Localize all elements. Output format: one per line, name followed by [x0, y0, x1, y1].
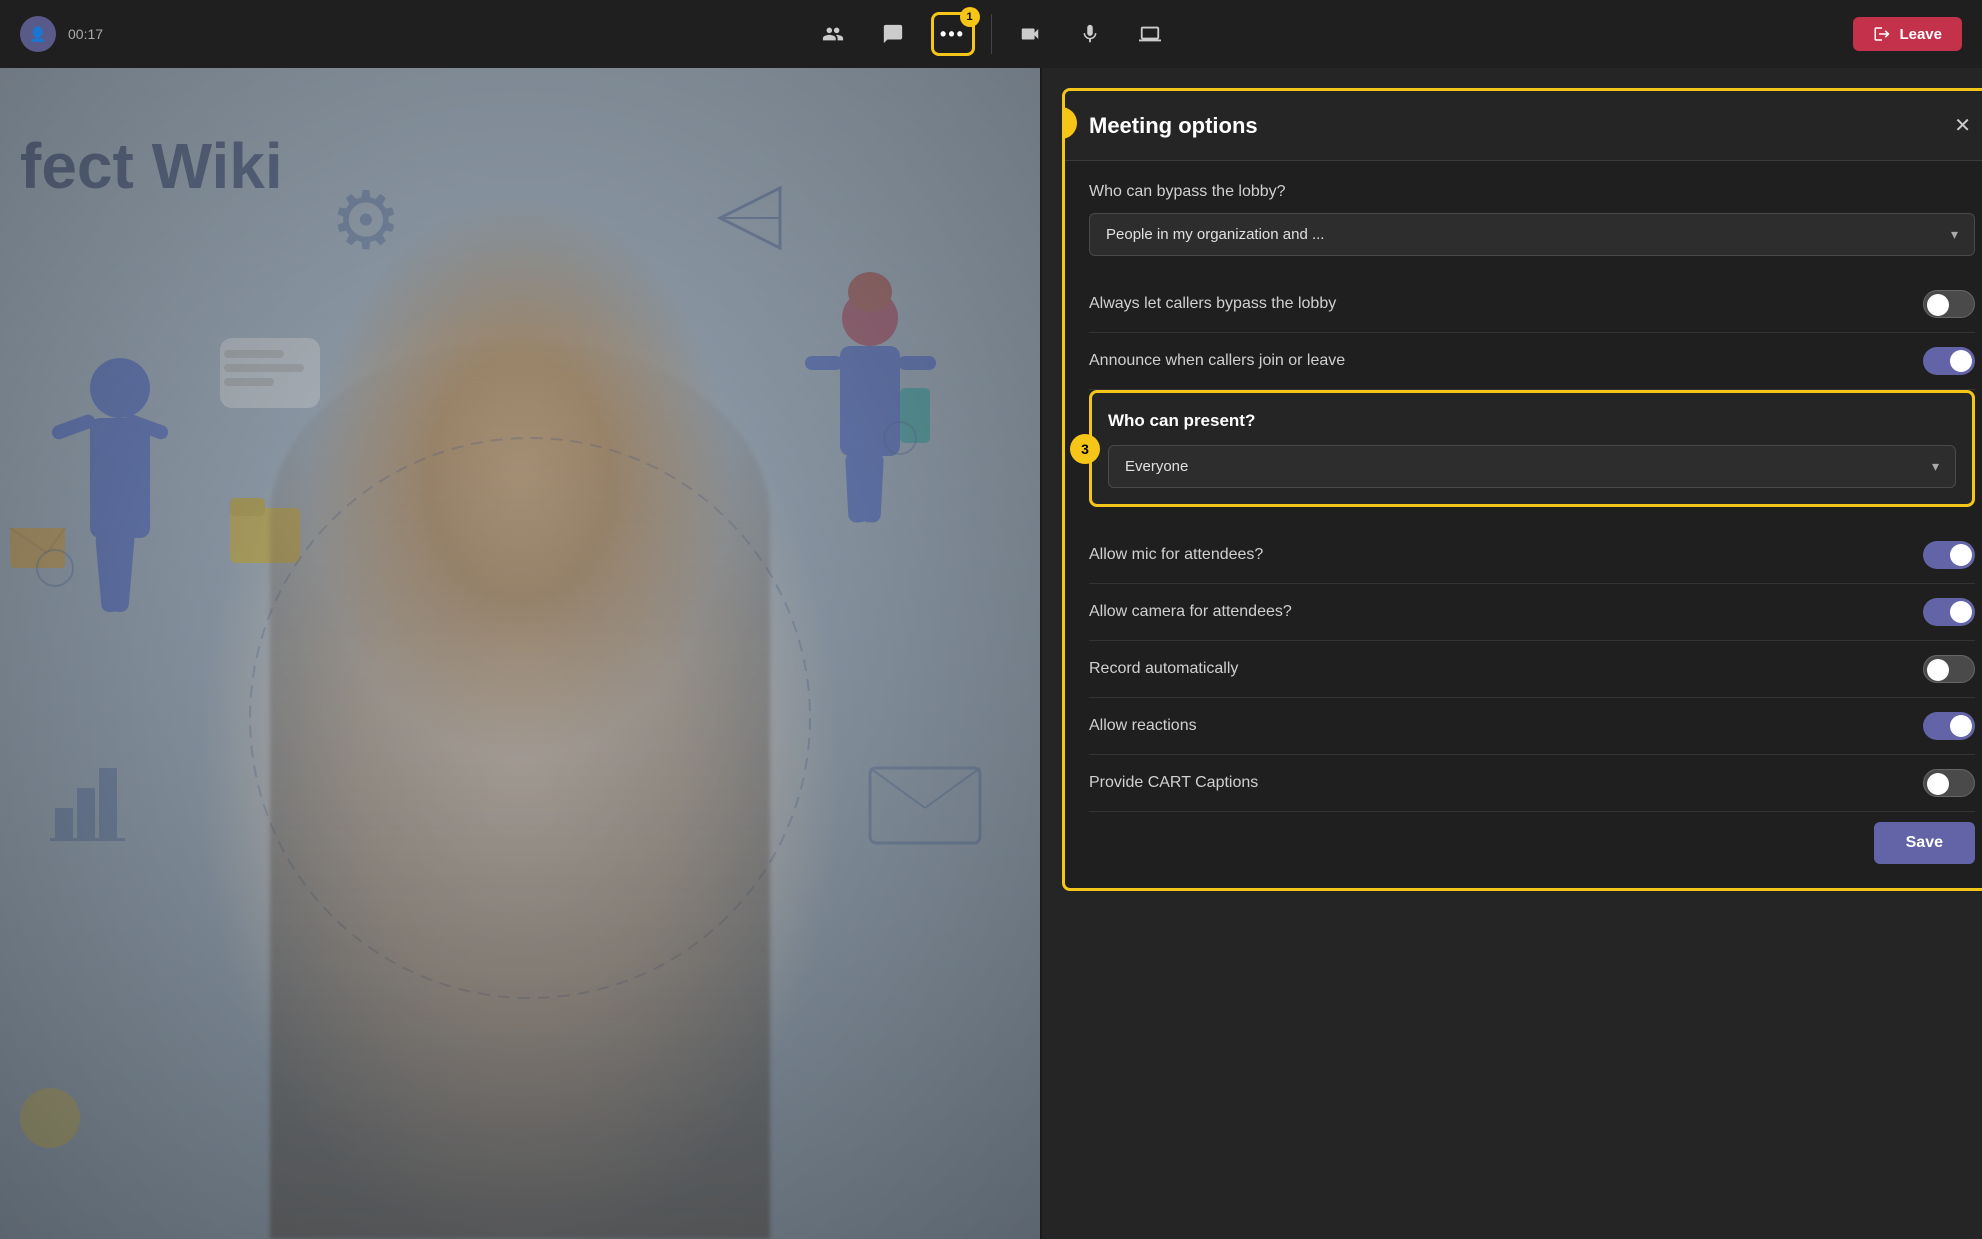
cart-captions-thumb — [1927, 773, 1949, 795]
cart-captions-track[interactable] — [1923, 769, 1975, 797]
bypass-lobby-dropdown[interactable]: People in my organization and ... ▾ — [1089, 213, 1975, 256]
who-can-present-dropdown[interactable]: Everyone ▾ — [1108, 445, 1956, 488]
allow-mic-track[interactable] — [1923, 541, 1975, 569]
announce-row: Announce when callers join or leave — [1089, 333, 1975, 390]
allow-camera-label: Allow camera for attendees? — [1089, 601, 1923, 623]
top-bar-right: Leave — [1172, 17, 1963, 51]
always-let-callers-track[interactable] — [1923, 290, 1975, 318]
allow-camera-toggle[interactable] — [1923, 598, 1975, 626]
top-bar-left: 👤 00:17 — [20, 16, 811, 52]
save-row: Save — [1089, 812, 1975, 868]
allow-mic-label: Allow mic for attendees? — [1089, 544, 1923, 566]
record-auto-label: Record automatically — [1089, 658, 1923, 680]
bypass-lobby-chevron: ▾ — [1951, 226, 1958, 243]
record-auto-thumb — [1927, 659, 1949, 681]
record-auto-toggle[interactable] — [1923, 655, 1975, 683]
always-let-callers-label: Always let callers bypass the lobby — [1089, 293, 1923, 315]
announce-thumb — [1950, 350, 1972, 372]
avatar: 👤 — [20, 16, 56, 52]
allow-mic-thumb — [1950, 544, 1972, 566]
cart-captions-label: Provide CART Captions — [1089, 772, 1923, 794]
bypass-lobby-value: People in my organization and ... — [1106, 226, 1324, 243]
save-button[interactable]: Save — [1874, 822, 1975, 864]
announce-label: Announce when callers join or leave — [1089, 350, 1923, 372]
cart-captions-toggle[interactable] — [1923, 769, 1975, 797]
who-can-present-chevron: ▾ — [1932, 458, 1939, 475]
allow-reactions-row: Allow reactions — [1089, 698, 1975, 755]
call-timer: 00:17 — [68, 26, 103, 42]
close-meeting-options-button[interactable]: ✕ — [1950, 109, 1975, 142]
video-toggle-button[interactable] — [1008, 12, 1052, 56]
meeting-options-header: Meeting options ✕ — [1065, 91, 1982, 161]
meeting-options-panel: 2 Meeting options ✕ Who can bypass the l… — [1062, 88, 1982, 891]
who-can-present-section: 3 Who can present? Everyone ▾ — [1089, 390, 1975, 507]
side-panel: 2 Meeting options ✕ Who can bypass the l… — [1042, 68, 1982, 1239]
close-icon: ✕ — [1954, 115, 1971, 137]
announce-toggle[interactable] — [1923, 347, 1975, 375]
who-can-present-label: Who can present? — [1108, 409, 1956, 433]
more-options-button[interactable]: ••• 1 — [931, 12, 975, 56]
leave-button[interactable]: Leave — [1853, 17, 1962, 51]
people-button[interactable] — [811, 12, 855, 56]
allow-mic-toggle[interactable] — [1923, 541, 1975, 569]
bypass-lobby-section: Who can bypass the lobby? People in my o… — [1089, 181, 1975, 256]
record-auto-row: Record automatically — [1089, 641, 1975, 698]
annotation-badge-3: 3 — [1070, 434, 1100, 464]
bypass-lobby-label: Who can bypass the lobby? — [1089, 181, 1975, 203]
screen-share-button[interactable] — [1128, 12, 1172, 56]
cart-captions-row: Provide CART Captions — [1089, 755, 1975, 812]
always-let-callers-row: Always let callers bypass the lobby — [1089, 276, 1975, 333]
top-bar-controls: ••• 1 — [811, 12, 1172, 56]
separator — [991, 14, 992, 54]
allow-reactions-label: Allow reactions — [1089, 715, 1923, 737]
allow-camera-track[interactable] — [1923, 598, 1975, 626]
meeting-options-body: Who can bypass the lobby? People in my o… — [1065, 161, 1982, 888]
top-bar: 👤 00:17 ••• 1 Le — [0, 0, 1982, 68]
allow-reactions-track[interactable] — [1923, 712, 1975, 740]
chat-button[interactable] — [871, 12, 915, 56]
leave-label: Leave — [1899, 26, 1942, 43]
mic-button[interactable] — [1068, 12, 1112, 56]
always-let-callers-thumb — [1927, 294, 1949, 316]
allow-camera-thumb — [1950, 601, 1972, 623]
allow-mic-row: Allow mic for attendees? — [1089, 527, 1975, 584]
more-options-label: ••• — [940, 24, 965, 45]
record-auto-track[interactable] — [1923, 655, 1975, 683]
meeting-options-title: Meeting options — [1089, 113, 1258, 139]
allow-reactions-toggle[interactable] — [1923, 712, 1975, 740]
allow-reactions-thumb — [1950, 715, 1972, 737]
allow-camera-row: Allow camera for attendees? — [1089, 584, 1975, 641]
who-can-present-value: Everyone — [1125, 458, 1188, 475]
video-vignette — [0, 68, 1040, 1239]
video-area: fect Wiki ⚙ — [0, 68, 1040, 1239]
announce-track[interactable] — [1923, 347, 1975, 375]
always-let-callers-toggle[interactable] — [1923, 290, 1975, 318]
more-options-badge: 1 — [960, 7, 980, 27]
